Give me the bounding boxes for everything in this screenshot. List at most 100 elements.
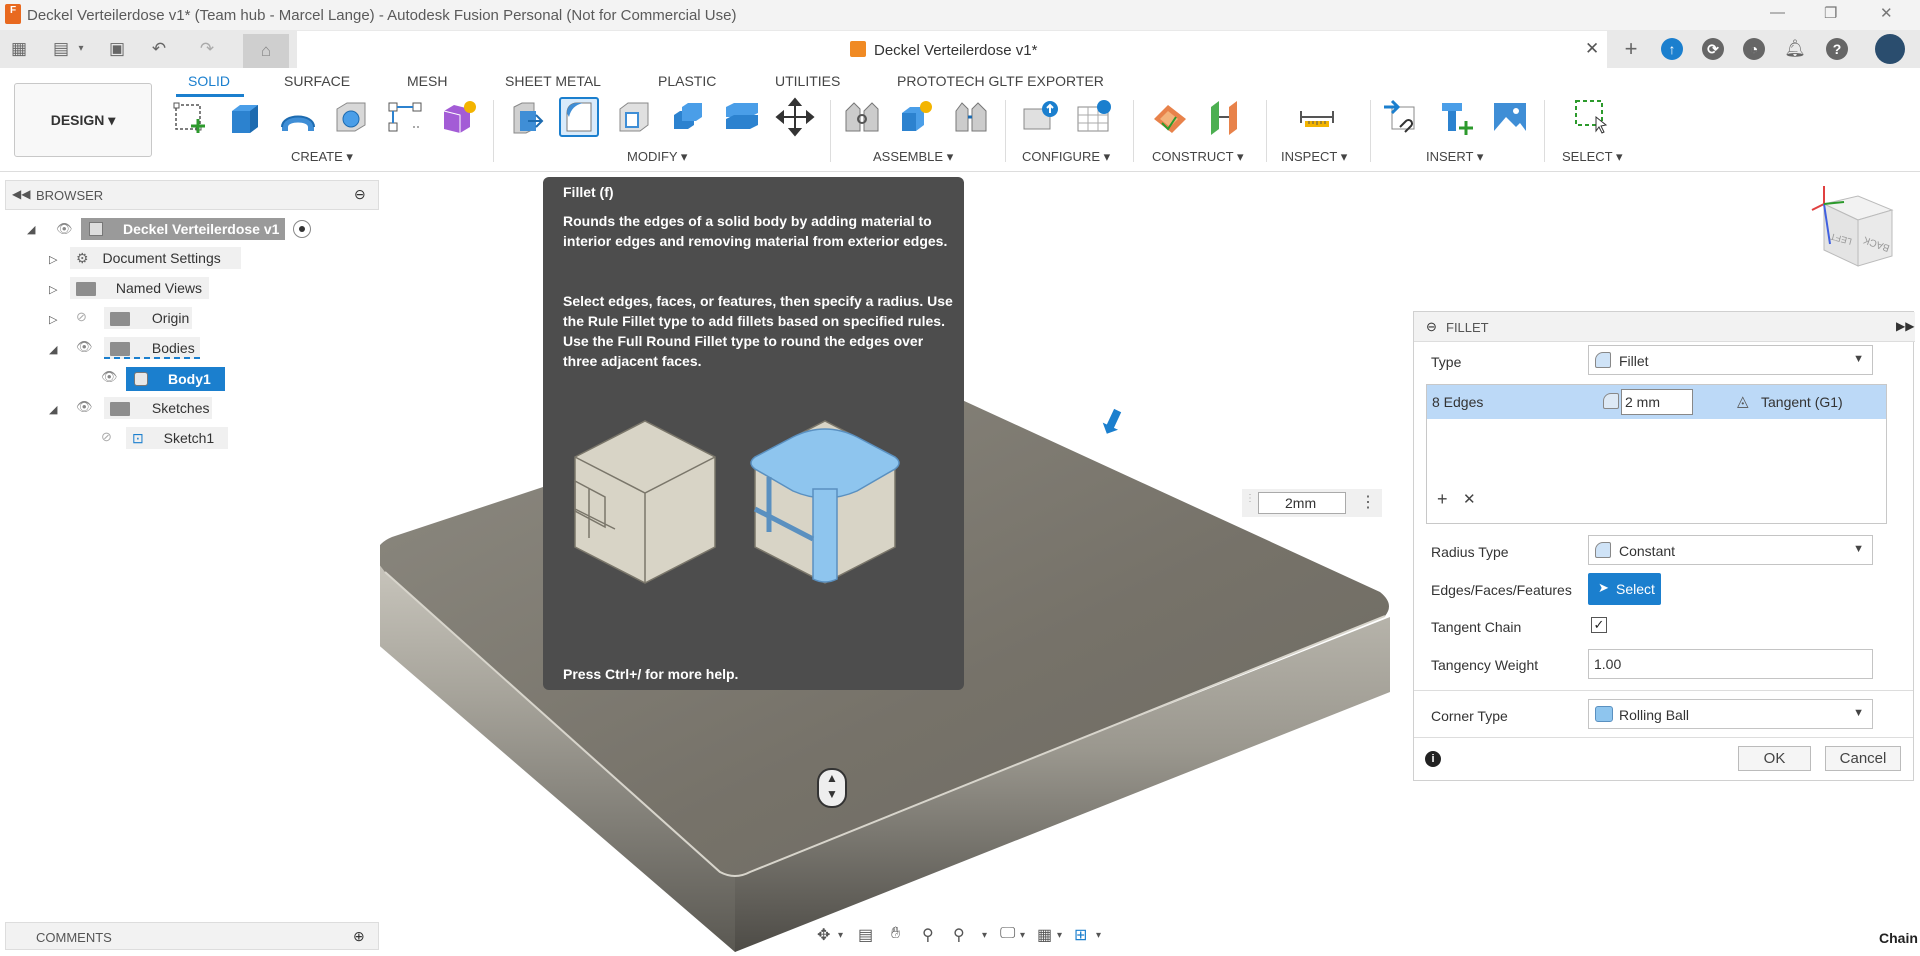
minimize-icon[interactable]: — [1770,4,1785,21]
job-status-icon[interactable]: ◔ [1743,38,1765,60]
insert-canvas-button[interactable] [1490,97,1530,137]
tangency-weight-input[interactable]: 1.00 [1588,649,1873,679]
tab-prototech-gltf-exporter[interactable]: PROTOTECH GLTF EXPORTER [897,73,1104,89]
new-tab-icon[interactable]: + [1620,38,1642,60]
create-menu[interactable]: CREATE ▾ [291,149,353,165]
selection-row[interactable]: 8 Edges 2 mm ◬ Tangent (G1) [1427,385,1886,419]
construct-menu[interactable]: CONSTRUCT ▾ [1152,149,1244,165]
undo-icon[interactable]: ↶ [148,38,170,60]
hidden-eye-icon[interactable]: ⊘ [101,429,112,445]
grid-chevron-icon[interactable]: ▾ [1057,930,1062,941]
window-select-button[interactable] [1572,97,1612,137]
configure-menu[interactable]: CONFIGURE ▾ [1022,149,1110,165]
split-body-button[interactable] [722,97,762,137]
expand-dialog-icon[interactable]: ▶▶ [1896,319,1914,333]
display-chevron-icon[interactable]: ▾ [1020,930,1025,941]
measure-button[interactable] [1297,97,1337,137]
tree-item-origin[interactable]: Origin [104,307,192,329]
ok-button[interactable]: OK [1738,746,1811,771]
pan-icon[interactable]: ✋︎ [891,925,900,943]
fillet-button[interactable] [559,97,599,137]
tab-sheet-metal[interactable]: SHEET METAL [505,73,601,89]
continuity-value[interactable]: Tangent (G1) [1761,394,1843,410]
display-settings-icon[interactable]: 🖵︎ [1000,925,1015,943]
zoom-icon[interactable]: ⚲ [922,925,934,945]
visibility-eye-icon[interactable]: 👁︎ [76,399,93,415]
close-tab-icon[interactable]: ✕ [1585,39,1599,59]
configure-button[interactable] [1020,97,1060,137]
radius-type-dropdown[interactable]: Constant ▼ [1588,535,1873,565]
remove-selection-icon[interactable]: ✕ [1463,490,1476,508]
pattern-button[interactable] [385,97,425,137]
orbit-chevron-icon[interactable]: ▾ [838,930,843,941]
tree-item-sketch1[interactable]: ⊡ Sketch1 [126,427,228,449]
hole-button[interactable] [331,97,371,137]
save-icon[interactable]: ▣ [106,38,128,60]
extensions-icon[interactable]: ⟳ [1702,38,1724,60]
fit-icon[interactable]: ⚲ [953,925,965,945]
avatar[interactable] [1875,34,1905,64]
expand-root-icon[interactable]: ◢ [27,223,35,236]
joint-button[interactable] [842,97,882,137]
visibility-eye-icon[interactable]: 👁︎ [76,339,93,355]
create-sketch-button[interactable] [170,97,210,137]
collapse-sketches-icon[interactable]: ◢ [49,403,57,416]
viewports-icon[interactable]: ⊞ [1074,925,1087,945]
press-pull-button[interactable] [506,97,546,137]
tree-item-sketches[interactable]: Sketches [104,397,212,419]
hidden-eye-icon[interactable]: ⊘ [76,309,87,325]
comments-panel[interactable]: COMMENTS ⊕ [5,922,379,950]
look-at-icon[interactable]: ▤ [858,925,873,945]
restore-icon[interactable]: ❐ [1824,4,1837,22]
close-window-icon[interactable]: ✕ [1880,4,1893,22]
combine-button[interactable] [668,97,708,137]
insert-mcmaster-button[interactable] [1436,97,1476,137]
configuration-table-button[interactable] [1074,97,1114,137]
help-icon[interactable]: ? [1826,38,1848,60]
tangent-chain-checkbox[interactable]: ✓ [1591,617,1607,633]
viewcube[interactable]: BACK LEFT [1808,184,1900,280]
browser-minimize-icon[interactable]: ⊖ [354,186,366,203]
workspace-switcher[interactable]: DESIGN ▾ [14,83,152,157]
file-icon[interactable]: ▤ [50,38,72,60]
add-comment-icon[interactable]: ⊕ [353,928,365,945]
collapse-browser-icon[interactable]: ◀◀ [12,187,30,201]
insert-derive-button[interactable] [1382,97,1422,137]
move-copy-button[interactable] [775,97,815,137]
visibility-eye-icon[interactable]: 👁︎ [56,221,73,237]
browser-panel-header[interactable]: ◀◀ BROWSER ⊖ [5,180,379,210]
tree-item-bodies[interactable]: Bodies [104,337,200,359]
canvas-radius-input[interactable]: 2mm [1258,492,1346,514]
insert-menu[interactable]: INSERT ▾ [1426,149,1483,165]
shell-button[interactable] [614,97,654,137]
tab-utilities[interactable]: UTILITIES [775,73,840,89]
more-options-icon[interactable]: ⋮ [1360,492,1376,512]
tab-plastic[interactable]: PLASTIC [658,73,716,89]
cancel-button[interactable]: Cancel [1825,746,1901,771]
upload-icon[interactable]: ↑ [1661,38,1683,60]
extrude-button[interactable] [224,97,264,137]
fillet-dialog-header[interactable]: ⊖ FILLET ▶▶ [1414,312,1915,342]
expand-origin-icon[interactable]: ▷ [49,313,57,326]
grid-menu-icon[interactable]: ▦ [8,38,30,60]
expand-named-views-icon[interactable]: ▷ [49,283,57,296]
home-tab[interactable]: ⌂ [243,34,289,68]
collapse-bodies-icon[interactable]: ◢ [49,343,57,356]
tree-root[interactable]: Deckel Verteilerdose v1 [81,218,285,240]
minus-circle-icon[interactable]: ⊖ [1426,319,1437,335]
scroll-handle-icon[interactable]: ▲ ▼ [817,768,847,808]
tree-item-body1[interactable]: Body1 [126,367,225,391]
select-entities-button[interactable]: ➤ Select [1588,573,1661,605]
fit-chevron-icon[interactable]: ▾ [982,930,987,941]
corner-type-dropdown[interactable]: Rolling Ball ▼ [1588,699,1873,729]
visibility-eye-icon[interactable]: 👁︎ [101,369,118,385]
offset-plane-button[interactable] [1150,97,1190,137]
tab-solid[interactable]: SOLID [188,73,230,89]
revolve-button[interactable] [278,97,318,137]
add-selection-icon[interactable]: + [1437,489,1448,510]
select-menu[interactable]: SELECT ▾ [1562,149,1622,165]
activate-radio-icon[interactable] [293,220,311,238]
plane-along-path-button[interactable] [1205,97,1245,137]
new-component-button[interactable] [896,97,936,137]
modify-menu[interactable]: MODIFY ▾ [627,149,687,165]
